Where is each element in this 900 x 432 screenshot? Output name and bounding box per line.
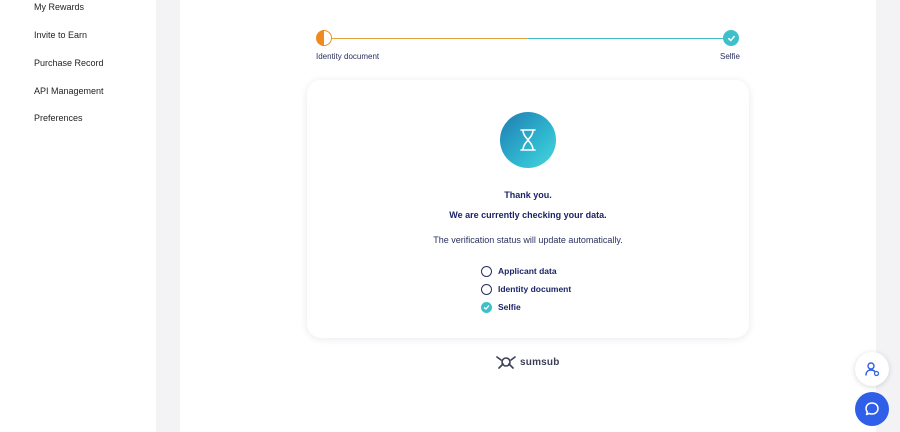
check-circle-icon <box>481 301 492 313</box>
check-icon <box>727 35 735 41</box>
user-support-button[interactable] <box>855 352 889 386</box>
sumsub-logo-icon <box>496 356 516 369</box>
user-icon <box>865 362 880 377</box>
sidebar-item-api-management[interactable]: API Management <box>34 86 104 96</box>
checklist-label: Selfie <box>498 302 521 312</box>
checklist-item-selfie: Selfie <box>481 298 571 316</box>
step-label-selfie: Selfie <box>719 52 740 61</box>
verification-progress: Identity document Selfie <box>316 30 740 64</box>
sidebar-item-my-rewards[interactable]: My Rewards <box>34 2 84 12</box>
pending-circle-icon <box>481 283 492 295</box>
checklist-item-identity-document: Identity document <box>481 280 571 298</box>
sidebar: My Rewards Invite to Earn Purchase Recor… <box>0 0 156 432</box>
status-card: Thank you. We are currently checking you… <box>307 80 749 338</box>
progress-line-remaining <box>528 38 728 39</box>
brand-name: sumsub <box>520 356 560 368</box>
chat-bubble-icon <box>865 402 879 416</box>
hourglass-badge <box>500 112 556 168</box>
sidebar-item-purchase-record[interactable]: Purchase Record <box>34 58 104 68</box>
hourglass-icon <box>520 129 536 151</box>
checklist-label: Applicant data <box>498 266 557 276</box>
sidebar-item-preferences[interactable]: Preferences <box>34 113 83 123</box>
thanks-heading: Thank you. <box>504 190 552 200</box>
step-indicator-identity-document <box>316 30 332 46</box>
checklist-label: Identity document <box>498 284 572 294</box>
sumsub-branding: sumsub <box>496 354 560 370</box>
step-label-identity-document: Identity document <box>316 52 380 61</box>
chat-button[interactable] <box>855 392 889 426</box>
step-indicator-selfie <box>723 30 739 46</box>
sidebar-item-invite-to-earn[interactable]: Invite to Earn <box>34 30 87 40</box>
content-gutter-left <box>156 0 180 432</box>
pending-circle-icon <box>481 265 492 277</box>
progress-line-completed <box>332 38 528 39</box>
verification-checklist: Applicant data Identity document Selfie <box>481 262 571 316</box>
checklist-item-applicant-data: Applicant data <box>481 262 571 280</box>
auto-update-note: The verification status will update auto… <box>433 235 623 245</box>
checking-message: We are currently checking your data. <box>449 210 607 220</box>
